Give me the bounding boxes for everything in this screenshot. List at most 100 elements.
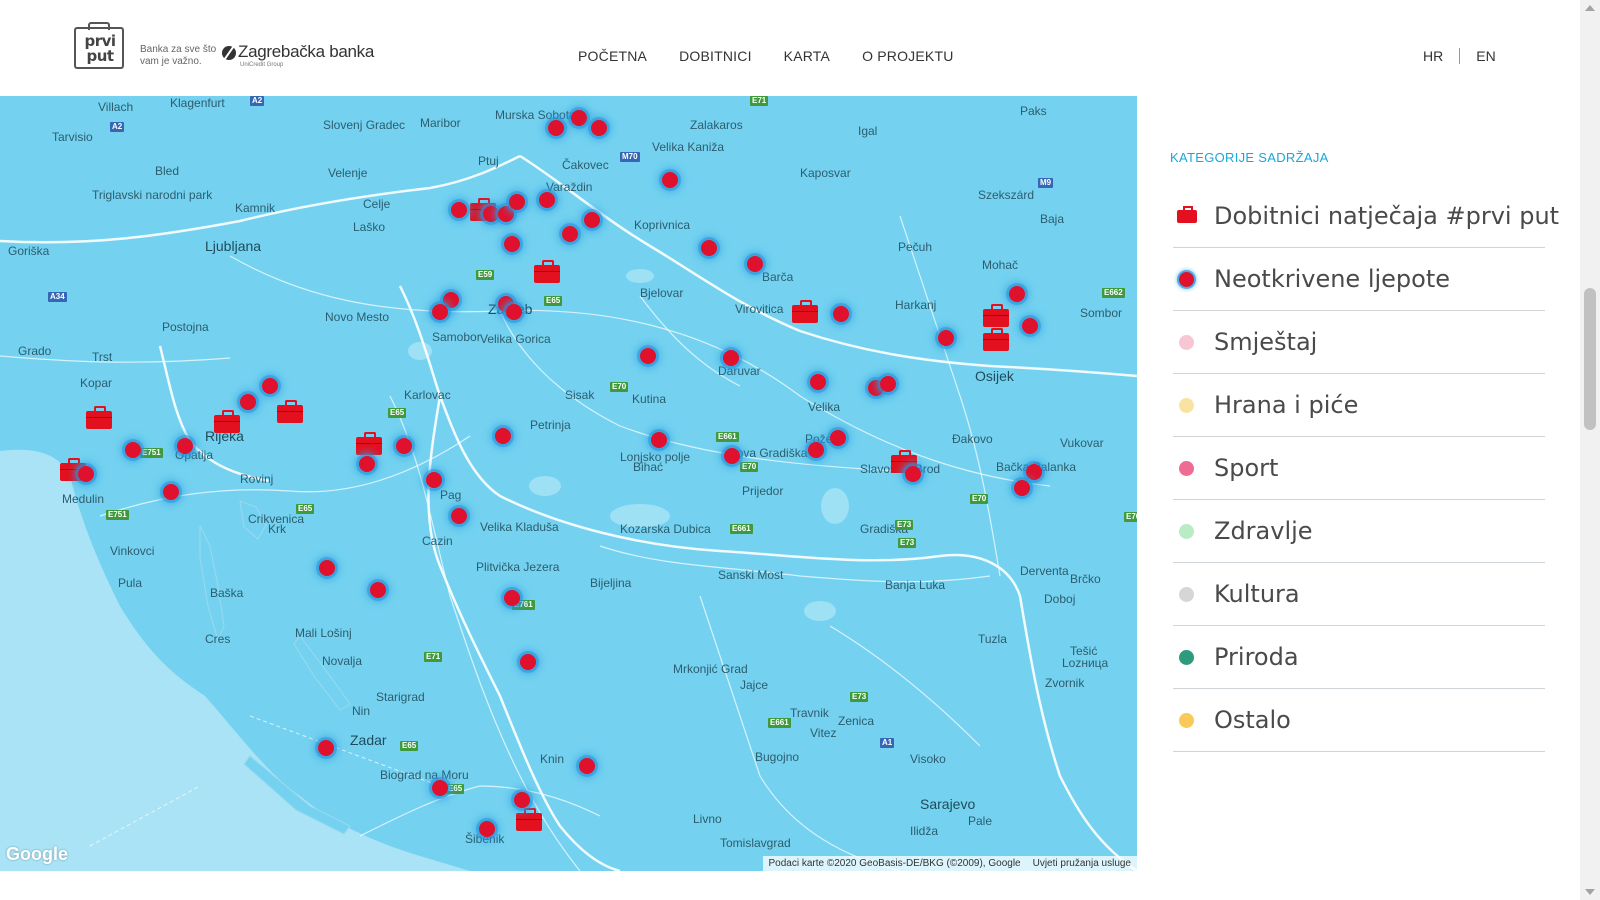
location-marker-icon[interactable]: [830, 430, 846, 446]
location-marker-icon[interactable]: [640, 348, 656, 364]
map-place-label: Laško: [353, 220, 386, 234]
location-marker-icon[interactable]: [833, 306, 849, 322]
location-marker-icon[interactable]: [539, 192, 555, 208]
dot-icon: [1179, 334, 1194, 350]
location-marker-icon[interactable]: [359, 456, 375, 472]
category-item[interactable]: Zdravlje: [1173, 500, 1545, 563]
scrollbar-thumb[interactable]: [1584, 288, 1596, 430]
location-marker-icon[interactable]: [432, 780, 448, 796]
briefcase-marker-icon[interactable]: [983, 304, 1009, 327]
location-marker-icon[interactable]: [662, 172, 678, 188]
map-place-label: Livno: [693, 812, 722, 826]
map-place-label: Murska Sobota: [495, 108, 576, 122]
location-marker-icon[interactable]: [808, 442, 824, 458]
location-marker-icon[interactable]: [724, 448, 740, 464]
location-marker-icon[interactable]: [520, 654, 536, 670]
location-marker-icon[interactable]: [1026, 464, 1042, 480]
location-marker-icon[interactable]: [571, 110, 587, 126]
category-item[interactable]: Sport: [1173, 437, 1545, 500]
briefcase-marker-icon[interactable]: [214, 410, 240, 433]
location-marker-icon[interactable]: [938, 330, 954, 346]
google-logo[interactable]: Google: [6, 844, 68, 865]
location-marker-icon[interactable]: [504, 236, 520, 252]
location-marker-icon[interactable]: [163, 484, 179, 500]
logo-text: prvi put: [78, 34, 122, 64]
map-place-label: Kopar: [80, 376, 113, 390]
location-marker-icon[interactable]: [810, 374, 826, 390]
map-place-label: Plitvička Jezera: [476, 560, 560, 574]
map-place-label: Lozница: [1062, 656, 1109, 670]
location-marker-icon[interactable]: [451, 508, 467, 524]
category-label: Zdravlje: [1214, 517, 1313, 545]
category-item[interactable]: Smještaj: [1173, 311, 1545, 374]
location-marker-icon[interactable]: [880, 376, 896, 392]
map-place-label: Medulin: [62, 492, 105, 506]
briefcase-marker-icon[interactable]: [86, 406, 112, 429]
location-marker-icon[interactable]: [125, 442, 141, 458]
briefcase-marker-icon[interactable]: [534, 260, 560, 283]
map-place-label: Velika: [808, 400, 841, 414]
lang-hr[interactable]: HR: [1423, 48, 1443, 64]
location-marker-icon[interactable]: [479, 821, 495, 837]
terms-link[interactable]: Uvjeti pružanja usluge: [1033, 858, 1131, 869]
location-marker-icon[interactable]: [78, 466, 94, 482]
location-marker-icon[interactable]: [509, 194, 525, 210]
sidebar-title: KATEGORIJE SADRŽAJA: [1170, 150, 1329, 165]
category-item[interactable]: Ostalo: [1173, 689, 1545, 752]
location-marker-icon[interactable]: [1022, 318, 1038, 334]
location-marker-icon[interactable]: [483, 206, 499, 222]
category-label: Ostalo: [1214, 706, 1291, 734]
nav-karta[interactable]: KARTA: [784, 48, 830, 64]
road-shield: E661: [730, 524, 753, 534]
location-marker-icon[interactable]: [747, 256, 763, 272]
location-marker-icon[interactable]: [579, 758, 595, 774]
briefcase-marker-icon[interactable]: [516, 808, 542, 831]
location-marker-icon[interactable]: [701, 240, 717, 256]
road-shield: E751: [106, 510, 129, 520]
location-marker-icon[interactable]: [506, 304, 522, 320]
category-item[interactable]: Dobitnici natječaja #prvi put: [1173, 185, 1559, 248]
location-marker-icon[interactable]: [432, 304, 448, 320]
page-scrollbar[interactable]: [1580, 0, 1600, 900]
category-item[interactable]: Priroda: [1173, 626, 1545, 689]
dot-icon: [1179, 271, 1194, 287]
location-marker-icon[interactable]: [319, 560, 335, 576]
location-marker-icon[interactable]: [723, 350, 739, 366]
location-marker-icon[interactable]: [426, 472, 442, 488]
location-marker-icon[interactable]: [262, 378, 278, 394]
briefcase-marker-icon[interactable]: [983, 328, 1009, 351]
location-marker-icon[interactable]: [177, 438, 193, 454]
location-marker-icon[interactable]: [1009, 286, 1025, 302]
map-place-label: Sombor: [1080, 306, 1123, 320]
briefcase-marker-icon[interactable]: [356, 432, 382, 455]
map-view[interactable]: LjubljanaZagrebSarajevoOsijekRijekaZadar…: [0, 96, 1137, 871]
location-marker-icon[interactable]: [591, 120, 607, 136]
location-marker-icon[interactable]: [651, 432, 667, 448]
location-marker-icon[interactable]: [240, 394, 256, 410]
location-marker-icon[interactable]: [451, 202, 467, 218]
lang-en[interactable]: EN: [1476, 48, 1495, 64]
briefcase-marker-icon[interactable]: [792, 300, 818, 323]
location-marker-icon[interactable]: [905, 466, 921, 482]
nav-pocetna[interactable]: POČETNA: [578, 48, 647, 64]
map-place-label: Samobor: [432, 330, 481, 344]
location-marker-icon[interactable]: [1014, 480, 1030, 496]
category-item[interactable]: Hrana i piće: [1173, 374, 1545, 437]
location-marker-icon[interactable]: [584, 212, 600, 228]
location-marker-icon[interactable]: [318, 740, 334, 756]
scroll-down-arrow-icon[interactable]: [1585, 889, 1595, 895]
category-item[interactable]: Kultura: [1173, 563, 1545, 626]
location-marker-icon[interactable]: [370, 582, 386, 598]
nav-dobitnici[interactable]: DOBITNICI: [679, 48, 752, 64]
scroll-up-arrow-icon[interactable]: [1585, 5, 1595, 11]
location-marker-icon[interactable]: [562, 226, 578, 242]
category-item[interactable]: Neotkrivene ljepote: [1173, 248, 1545, 311]
location-marker-icon[interactable]: [504, 590, 520, 606]
location-marker-icon[interactable]: [548, 120, 564, 136]
location-marker-icon[interactable]: [495, 428, 511, 444]
map-place-label: Tarvisio: [52, 130, 93, 144]
nav-o-projektu[interactable]: O PROJEKTU: [862, 48, 953, 64]
location-marker-icon[interactable]: [514, 792, 530, 808]
location-marker-icon[interactable]: [396, 438, 412, 454]
briefcase-marker-icon[interactable]: [277, 400, 303, 423]
